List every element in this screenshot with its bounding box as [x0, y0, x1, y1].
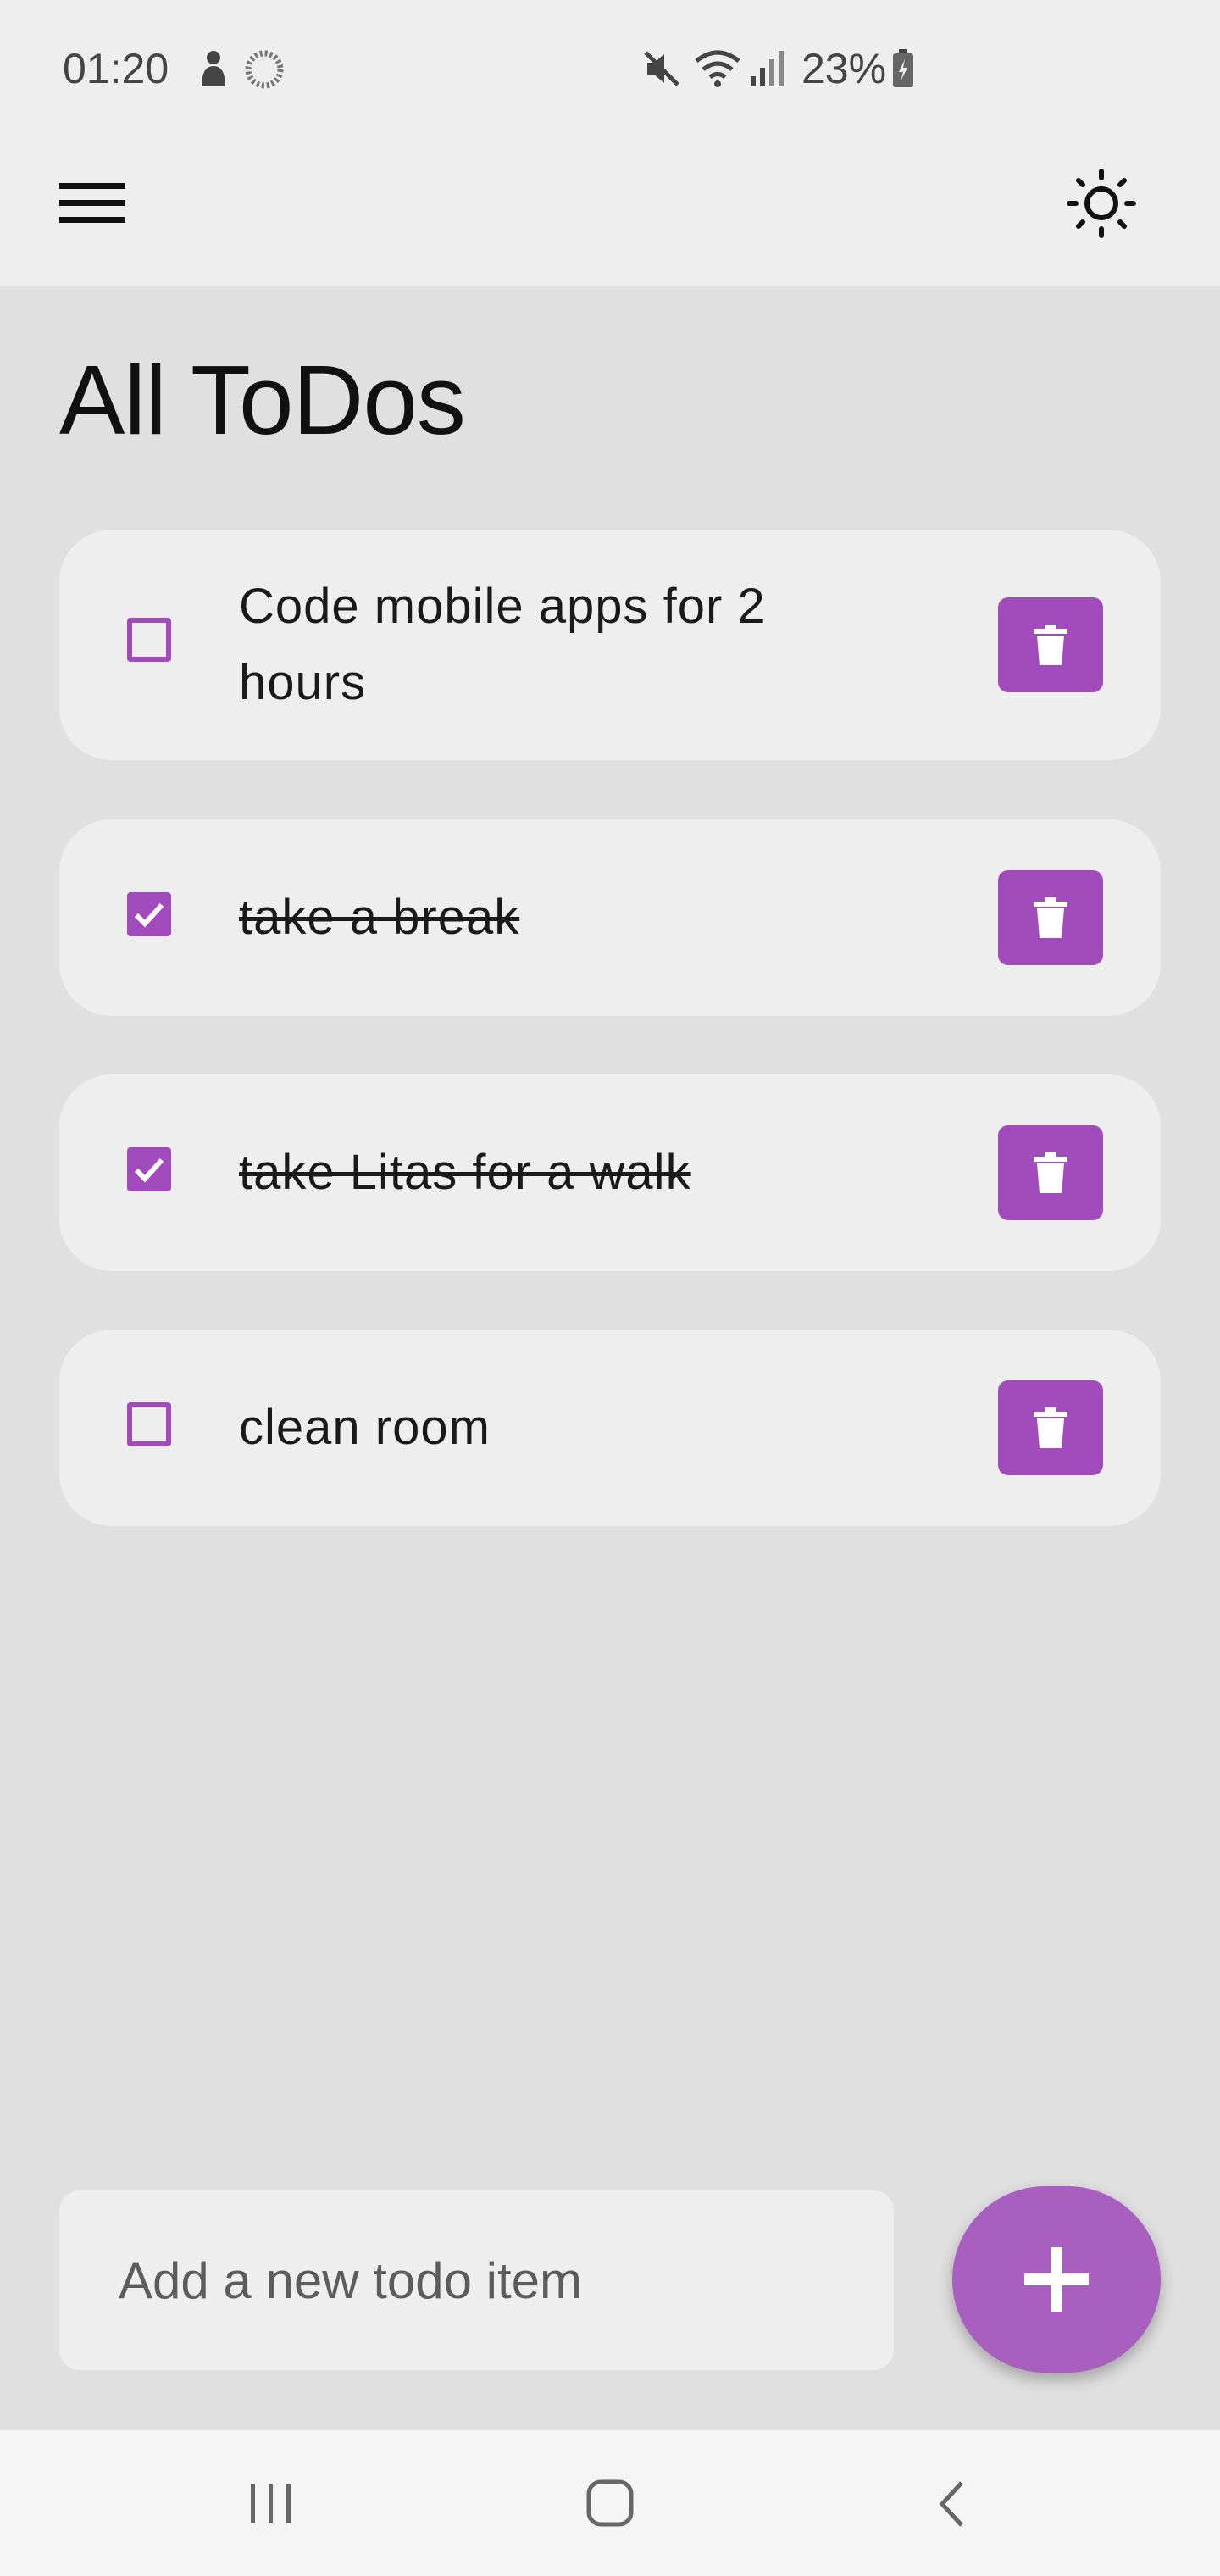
delete-button[interactable]	[998, 1125, 1103, 1220]
todo-text: take a break	[239, 890, 520, 945]
menu-button[interactable]	[51, 169, 136, 254]
recent-apps-button[interactable]	[237, 2474, 305, 2534]
back-button[interactable]	[919, 2474, 987, 2534]
battery-level: 23%	[801, 45, 887, 92]
delete-button[interactable]	[998, 597, 1103, 692]
status-time: 01:20	[63, 45, 169, 92]
delete-button[interactable]	[998, 1380, 1103, 1475]
home-button[interactable]	[576, 2474, 644, 2534]
todo-item: Code mobile apps for 2 hours	[59, 530, 1161, 760]
new-todo-input[interactable]	[59, 2190, 894, 2370]
todo-text: take Litas for a walk	[239, 1145, 691, 1200]
recent-apps-icon	[251, 2484, 291, 2523]
trash-icon	[1034, 1407, 1068, 1448]
theme-toggle-button[interactable]	[1059, 161, 1144, 246]
delete-button[interactable]	[998, 870, 1103, 965]
home-icon	[586, 2479, 634, 2527]
todo-checkbox[interactable]	[127, 618, 171, 662]
check-icon	[134, 1158, 164, 1183]
page-title: All ToDos	[59, 345, 466, 455]
status-bar: 01:20 23%	[0, 0, 1220, 144]
trash-icon	[1034, 625, 1068, 665]
add-todo-button[interactable]	[952, 2186, 1161, 2373]
battery-charging-icon	[891, 49, 915, 92]
plus-icon	[1024, 2247, 1089, 2312]
check-icon	[134, 902, 164, 928]
hamburger-menu-icon	[59, 183, 125, 223]
todo-text: clean room	[239, 1400, 491, 1455]
todo-checkbox[interactable]	[127, 1147, 171, 1191]
app-notification-icon	[197, 49, 230, 94]
wifi-icon	[693, 49, 742, 92]
todo-item: take a break	[59, 819, 1161, 1016]
app-bar	[0, 144, 1220, 286]
todo-checkbox[interactable]	[127, 1402, 171, 1446]
todo-item: clean room	[59, 1330, 1161, 1526]
sun-icon	[1067, 169, 1136, 238]
trash-icon	[1034, 1152, 1068, 1193]
todo-checkbox[interactable]	[127, 892, 171, 936]
todo-text: Code mobile apps for 2 hours	[239, 579, 766, 710]
loading-icon	[244, 49, 285, 94]
trash-icon	[1034, 897, 1068, 938]
mute-icon	[642, 49, 681, 92]
back-icon	[939, 2481, 963, 2527]
todo-item: take Litas for a walk	[59, 1074, 1161, 1271]
signal-icon	[749, 49, 786, 92]
